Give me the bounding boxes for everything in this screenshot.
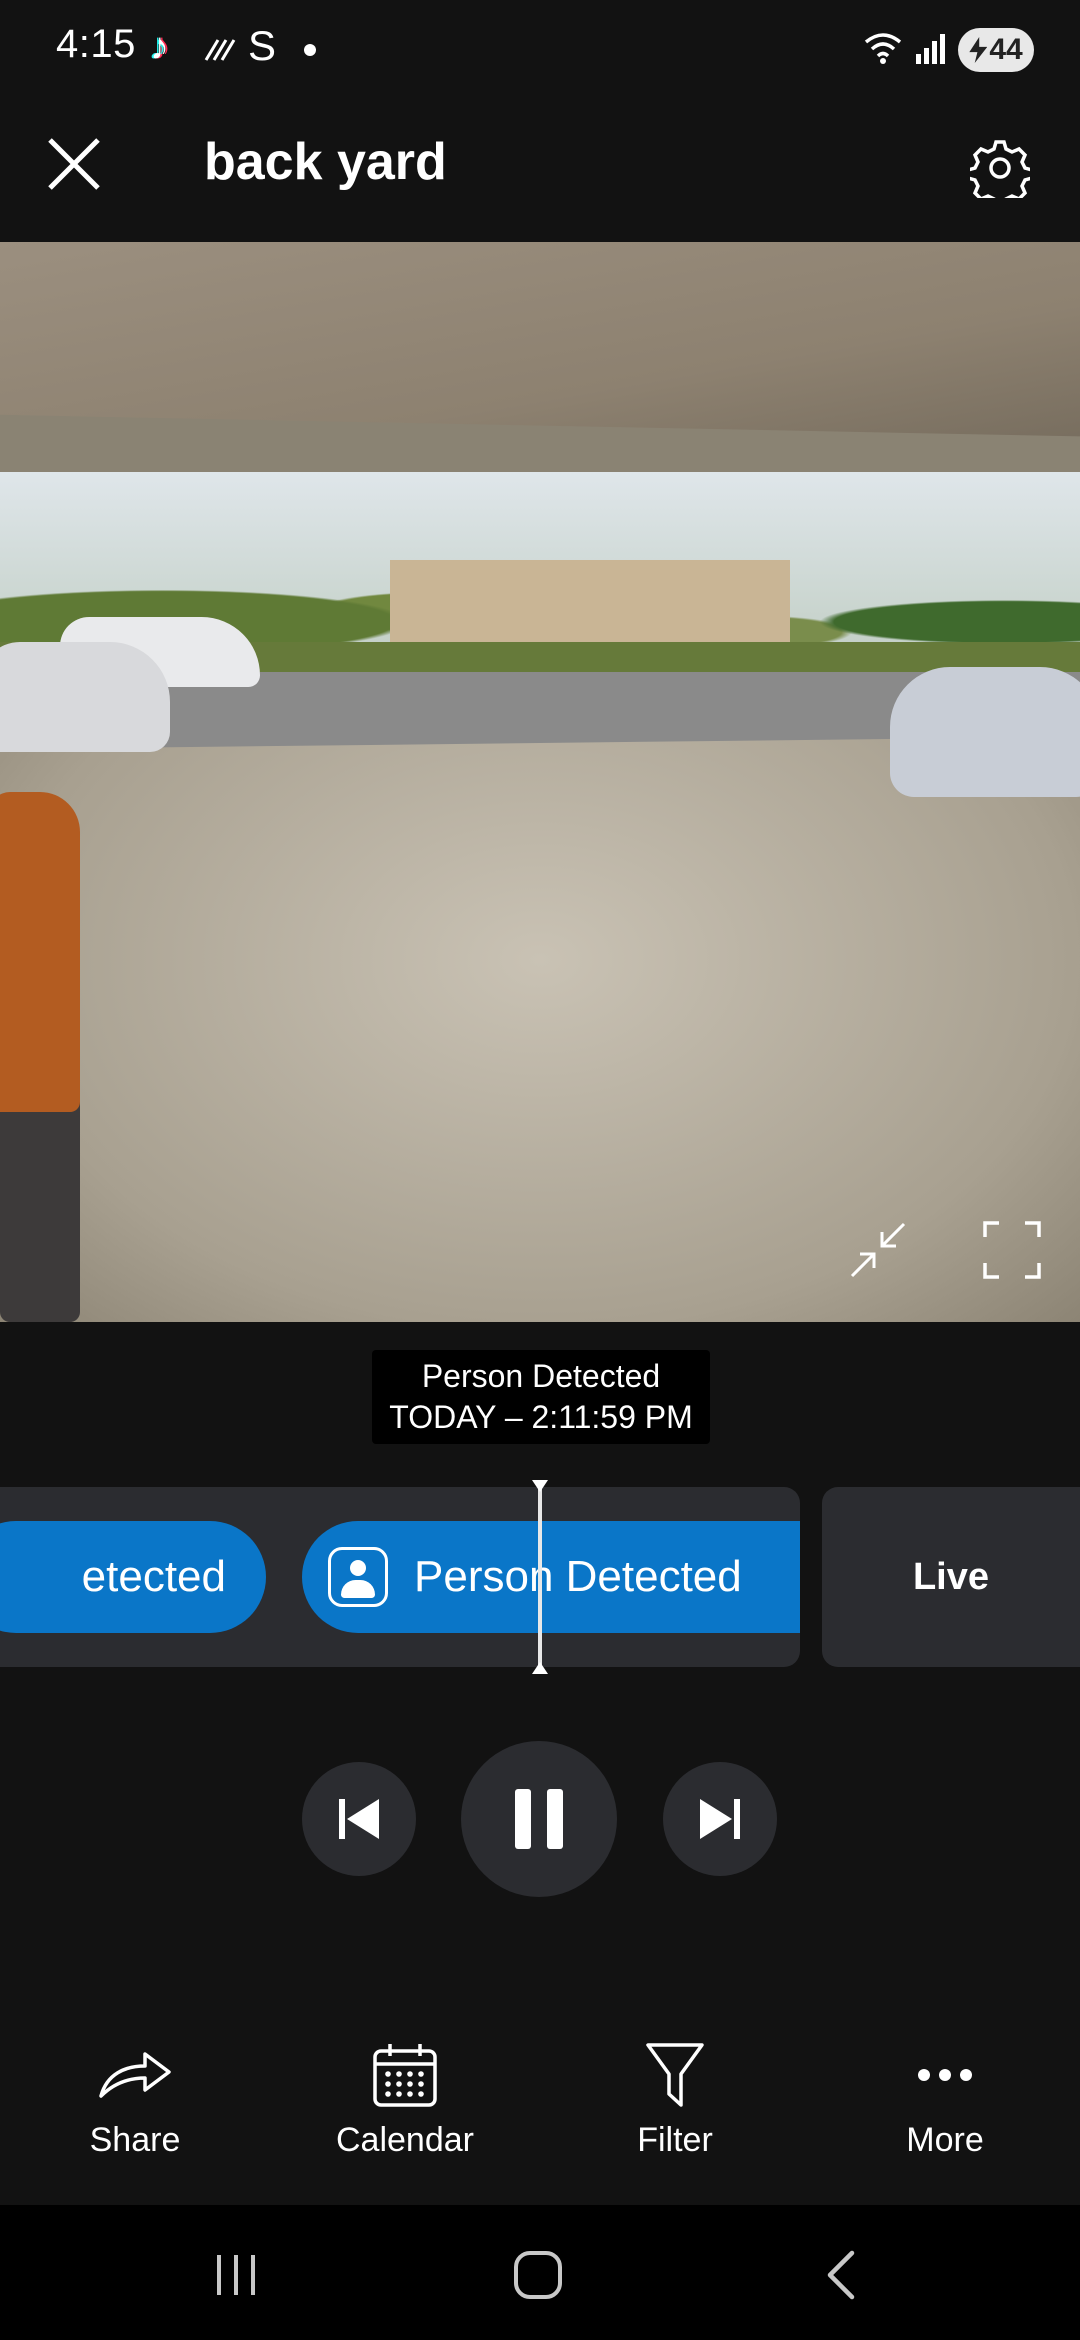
filter-icon xyxy=(646,2043,704,2107)
back-button[interactable] xyxy=(780,2240,900,2310)
calendar-button[interactable]: Calendar xyxy=(305,2035,505,2175)
video-car xyxy=(890,667,1080,797)
battery-indicator: 44 xyxy=(958,28,1034,72)
calendar-label: Calendar xyxy=(336,2121,474,2159)
battery-level: 44 xyxy=(989,33,1023,66)
event-timestamp: TODAY – 2:11:59 PM xyxy=(389,1399,693,1435)
person-icon xyxy=(328,1547,388,1607)
camera-video-feed[interactable] xyxy=(0,242,1080,1322)
skip-previous-button[interactable] xyxy=(302,1762,416,1876)
s-app-icon: S xyxy=(248,22,277,69)
more-icon xyxy=(918,2069,972,2081)
event-type-label: Person Detected xyxy=(421,1358,661,1394)
gear-icon xyxy=(970,140,1030,198)
page-title: back yard xyxy=(204,133,447,191)
filter-label: Filter xyxy=(637,2121,713,2159)
header-bar xyxy=(0,100,1080,242)
video-person xyxy=(0,792,80,1112)
recents-button[interactable] xyxy=(176,2240,296,2310)
timeline-event-label: etected xyxy=(81,1552,226,1601)
cell-signal-icon xyxy=(914,32,948,71)
more-label: More xyxy=(906,2121,984,2159)
skip-next-icon xyxy=(700,1799,740,1839)
settings-button[interactable] xyxy=(960,128,1040,208)
cast-icon xyxy=(204,34,238,69)
timeline-event-current[interactable]: Person Detected xyxy=(302,1521,800,1633)
playhead-bottom-marker xyxy=(532,1662,548,1674)
filter-button[interactable]: Filter xyxy=(575,2035,775,2175)
recents-icon xyxy=(217,2255,255,2295)
fullscreen-button[interactable] xyxy=(976,1214,1048,1286)
more-button[interactable]: More xyxy=(845,2035,1045,2175)
skip-previous-icon xyxy=(339,1799,379,1839)
calendar-icon xyxy=(373,2044,437,2107)
event-caption: Person Detected TODAY – 2:11:59 PM xyxy=(372,1350,710,1444)
pause-button[interactable] xyxy=(461,1741,617,1897)
wifi-icon xyxy=(862,30,904,71)
home-icon xyxy=(514,2251,562,2299)
fullscreen-icon xyxy=(983,1221,1041,1279)
timeline-event-previous[interactable]: etected xyxy=(0,1521,266,1633)
share-label: Share xyxy=(89,2121,181,2159)
status-time: 4:15 xyxy=(56,22,136,66)
close-icon xyxy=(48,138,100,190)
notification-dot xyxy=(304,44,316,56)
event-timeline[interactable]: etected Person Detected xyxy=(0,1487,800,1667)
minimize-icon xyxy=(850,1222,906,1278)
pause-icon xyxy=(515,1789,563,1849)
timeline-playhead[interactable] xyxy=(538,1480,542,1674)
skip-next-button[interactable] xyxy=(663,1762,777,1876)
share-icon xyxy=(99,2052,171,2098)
live-button[interactable]: Live xyxy=(822,1487,1080,1667)
tiktok-icon: ♪ xyxy=(150,26,169,68)
video-car xyxy=(0,642,170,752)
playhead-top-marker xyxy=(532,1480,548,1492)
close-button[interactable] xyxy=(36,126,112,202)
video-gravel-lot xyxy=(0,736,1080,1322)
timeline-event-label: Person Detected xyxy=(414,1552,742,1601)
home-button[interactable] xyxy=(478,2240,598,2310)
minimize-button[interactable] xyxy=(842,1214,914,1286)
share-button[interactable]: Share xyxy=(35,2035,235,2175)
charging-icon xyxy=(969,37,988,63)
back-icon xyxy=(827,2250,855,2300)
